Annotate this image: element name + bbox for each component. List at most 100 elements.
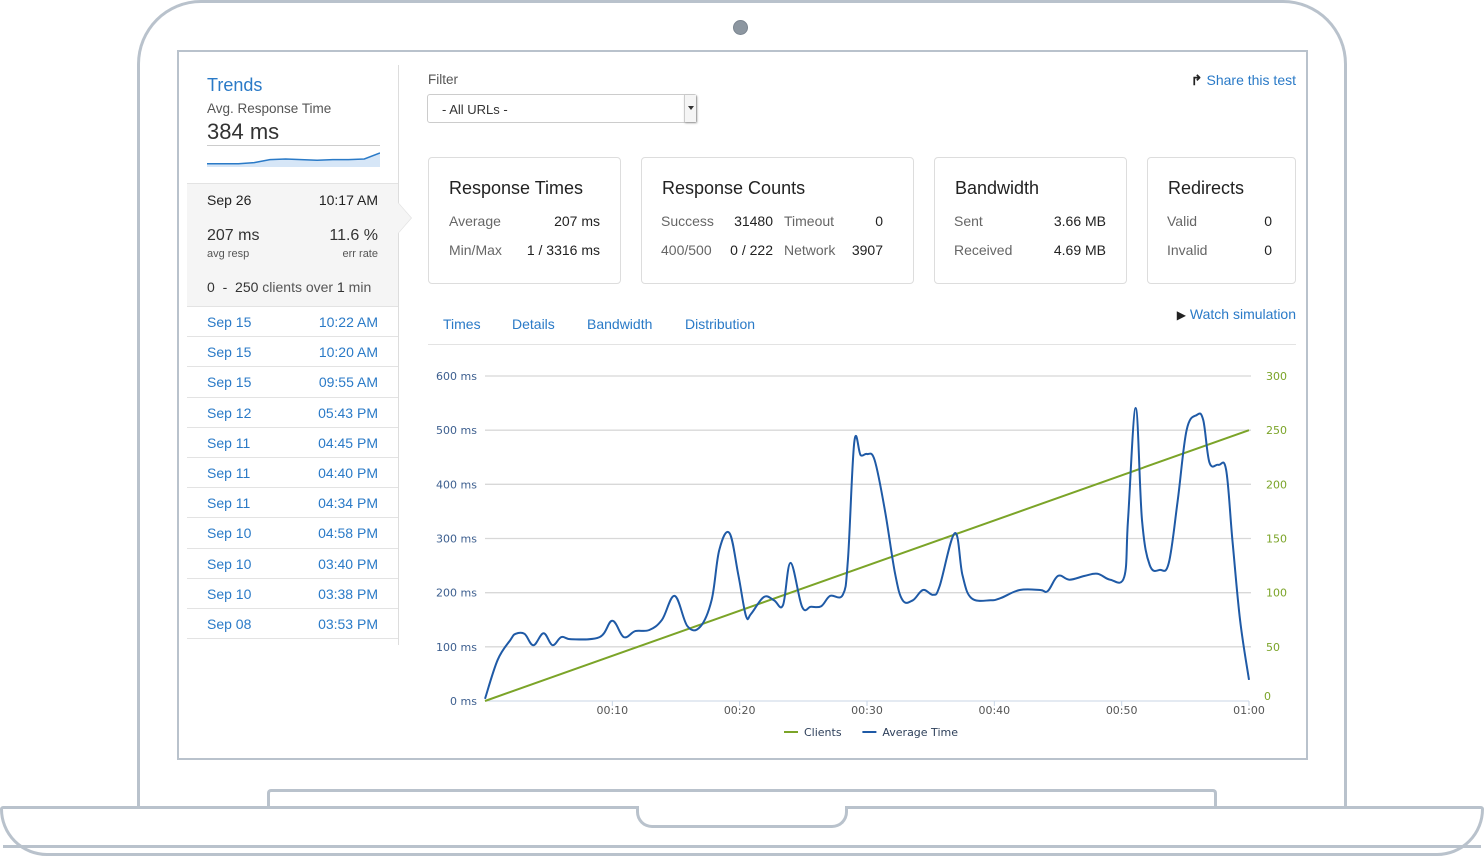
tab-distribution[interactable]: Distribution [685, 316, 755, 332]
run-time: 10:20 AM [318, 344, 378, 361]
range-sep: - [222, 279, 228, 295]
y-right-tick-label: 200 [1266, 478, 1287, 491]
chevron-down-icon[interactable] [684, 95, 696, 122]
card-bandwidth: Bandwidth Sent 3.66 MB Received 4.69 MB [934, 157, 1127, 284]
y-left-tick-label: 300 ms [436, 533, 477, 546]
tab-times[interactable]: Times [443, 316, 481, 332]
selected-run-avg-resp-label: avg resp [207, 248, 250, 260]
run-date: Sep 10 [207, 585, 252, 602]
invalid-value: 0 [1264, 242, 1272, 258]
received-label: Received [954, 242, 1013, 258]
card-title: Response Times [449, 178, 584, 198]
legend-item[interactable]: Average Time [882, 726, 958, 739]
selected-run[interactable]: Sep 26 10:17 AM 207 ms avg resp 11.6 % e… [187, 183, 412, 307]
share-label: Share this test [1206, 72, 1297, 88]
run-time: 04:40 PM [318, 464, 378, 481]
y-left-tick-label: 0 ms [450, 695, 477, 708]
run-list-item[interactable]: Sep 11 04:34 PM [187, 488, 398, 519]
run-date: Sep 11 [207, 495, 251, 512]
tab-bandwidth[interactable]: Bandwidth [587, 316, 652, 332]
card-response-counts: Response Counts Success 31480 Timeout 0 … [641, 157, 914, 284]
x-tick-label: 01:00 [1233, 704, 1265, 717]
y-right-tick-label: 0 [1264, 690, 1271, 703]
selected-run-range: 0 - 250 clients over 1 min [207, 279, 371, 295]
watch-simulation-link[interactable]: ▶ Watch simulation [1177, 306, 1296, 322]
selected-run-err-rate-label: err rate [342, 248, 378, 260]
run-list-item[interactable]: Sep 11 04:40 PM [187, 458, 398, 489]
errors-value: 0 / 222 [730, 242, 773, 258]
share-test-link[interactable]: ↱ Share this test [1191, 72, 1296, 89]
run-list-item[interactable]: Sep 15 10:22 AM [187, 307, 398, 338]
trend-sparkline [207, 152, 380, 167]
y-left-tick-label: 100 ms [436, 641, 477, 654]
sent-label: Sent [954, 213, 983, 229]
network-label: Network [784, 242, 836, 258]
received-value: 4.69 MB [1053, 242, 1106, 258]
range-clients-label: clients over [262, 279, 334, 295]
trends-title[interactable]: Trends [207, 75, 262, 96]
x-tick-label: 00:20 [724, 704, 756, 717]
y-right-tick-label: 300 [1266, 370, 1287, 383]
run-list-item[interactable]: Sep 12 05:43 PM [187, 398, 398, 428]
y-left-tick-label: 200 ms [436, 587, 477, 600]
x-tick-label: 00:10 [596, 704, 628, 717]
run-date: Sep 15 [207, 314, 252, 330]
run-date: Sep 08 [207, 615, 252, 632]
card-response-times: Response Times Average 207 ms Min/Max 1 … [428, 157, 621, 284]
run-time: 03:38 PM [318, 585, 378, 602]
minmax-value: 1 / 3316 ms [526, 242, 600, 258]
tab-details[interactable]: Details [512, 316, 555, 332]
filter-label: Filter [428, 72, 458, 87]
y-left-tick-label: 500 ms [436, 424, 477, 437]
card-redirects: Redirects Valid 0 Invalid 0 [1147, 157, 1296, 284]
run-time: 10:22 AM [318, 314, 378, 330]
sidebar: Trends Avg. Response Time 384 ms Sep 26 … [187, 65, 412, 645]
run-date: Sep 15 [207, 344, 252, 361]
valid-value: 0 [1264, 213, 1272, 229]
run-date: Sep 11 [207, 464, 251, 481]
sent-value: 3.66 MB [1053, 213, 1106, 229]
response-time-chart: 0 ms 100 ms 200 ms 300 ms 400 ms 500 ms 600 ms… [436, 370, 1287, 739]
range-to: 250 [235, 279, 259, 295]
laptop-notch [636, 806, 848, 828]
run-list-item[interactable]: Sep 08 03:53 PM [187, 609, 398, 640]
valid-label: Valid [1167, 213, 1198, 229]
run-list-item[interactable]: Sep 10 04:58 PM [187, 518, 398, 549]
minmax-label: Min/Max [449, 242, 502, 258]
run-list-item[interactable]: Sep 10 03:40 PM [187, 549, 398, 579]
average-value: 207 ms [554, 213, 600, 229]
avg-response-label: Avg. Response Time [207, 101, 332, 116]
run-date: Sep 11 [207, 434, 251, 451]
timeout-value: 0 [875, 213, 883, 229]
run-time: 09:55 AM [318, 374, 378, 391]
run-time: 04:58 PM [318, 525, 378, 542]
invalid-label: Invalid [1167, 242, 1208, 258]
timeout-label: Timeout [784, 213, 835, 229]
legend-item[interactable]: Clients [804, 726, 842, 739]
y-right-tick-label: 50 [1266, 641, 1280, 654]
run-list: Sep 15 10:22 AM Sep 15 10:20 AM Sep 15 09:55 … [187, 307, 398, 640]
share-icon: ↱ [1190, 72, 1203, 88]
selected-run-err-rate: 11.6 % [329, 227, 378, 244]
watch-simulation-label: Watch simulation [1189, 306, 1296, 322]
x-tick-label: 00:30 [851, 704, 883, 717]
run-list-item[interactable]: Sep 15 09:55 AM [187, 367, 398, 398]
range-unit: min [348, 279, 372, 295]
selected-run-date: Sep 26 [207, 192, 252, 208]
run-time: 04:45 PM [318, 434, 378, 451]
play-icon: ▶ [1176, 308, 1186, 322]
run-date: Sep 10 [207, 555, 252, 572]
series-line-average-time [484, 407, 1250, 700]
run-list-item[interactable]: Sep 10 03:38 PM [187, 579, 398, 609]
x-tick-label: 00:50 [1106, 704, 1138, 717]
range-from: 0 [207, 279, 215, 295]
tabs-divider [428, 344, 1296, 345]
selected-run-avg-resp: 207 ms [207, 227, 260, 244]
run-list-item[interactable]: Sep 11 04:45 PM [187, 428, 398, 458]
run-time: 04:34 PM [318, 495, 378, 512]
url-filter-select[interactable]: - All URLs - [427, 94, 697, 123]
run-list-item[interactable]: Sep 15 10:20 AM [187, 337, 398, 368]
run-time: 05:43 PM [318, 404, 378, 421]
y-right-tick-label: 100 [1266, 587, 1287, 600]
run-time: 03:40 PM [318, 555, 378, 572]
